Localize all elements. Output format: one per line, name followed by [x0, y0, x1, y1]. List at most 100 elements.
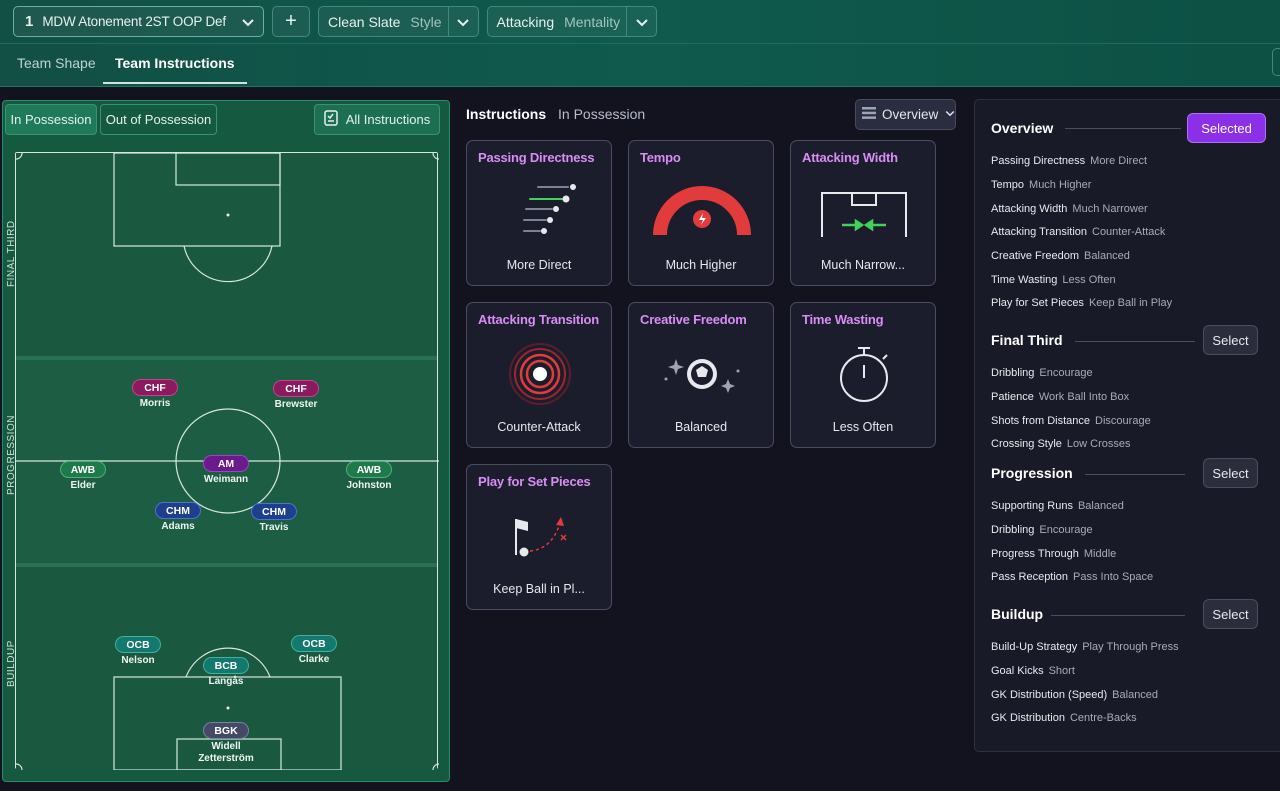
list-item: Patience Work Ball Into Box [991, 391, 1130, 403]
player-name: Nelson [121, 655, 155, 666]
add-tactic-button[interactable]: + [272, 6, 310, 37]
card-time-wasting[interactable]: Time Wasting Less Often [790, 302, 936, 448]
role-badge: AM [203, 455, 249, 472]
list-item: Dribbling Encourage [991, 367, 1093, 379]
tactic-selector[interactable]: 1 MDW Atonement 2ST OOP Def [13, 6, 264, 37]
card-value: Much Narrow... [820, 258, 906, 272]
role-badge: CHM [251, 503, 297, 520]
out-of-possession-button[interactable]: Out of Possession [100, 104, 217, 135]
list-item: Tempo Much Higher [991, 179, 1092, 191]
view-dropdown[interactable]: Overview [855, 99, 956, 130]
divider [1065, 128, 1181, 129]
card-attacking-width[interactable]: Attacking Width Much Narrow... [790, 140, 936, 286]
list-icon [862, 107, 876, 122]
all-instructions-button[interactable]: All Instructions [314, 104, 440, 135]
role-badge: CHF [273, 380, 319, 397]
in-possession-button[interactable]: In Possession [5, 104, 97, 135]
top-bar: 1 MDW Atonement 2ST OOP Def + Clean Slat… [0, 0, 1280, 87]
view-dropdown-label: Overview [882, 107, 939, 122]
player-name: Adams [161, 521, 195, 532]
player-marker[interactable]: CHM Adams [155, 501, 201, 533]
role-badge: BCB [203, 657, 249, 674]
player-marker[interactable]: AM Weimann [203, 454, 249, 486]
chevron-down-icon [944, 107, 956, 122]
style-val: Style [410, 13, 442, 30]
overview-selected-button[interactable]: Selected [1187, 113, 1266, 143]
mentality-val: Mentality [564, 13, 621, 30]
player-marker[interactable]: CHF Morris [132, 378, 178, 410]
counter-attack-icon [509, 343, 571, 405]
mentality-selector[interactable]: Attacking Mentality [486, 6, 658, 37]
player-name: Clarke [298, 654, 330, 665]
card-attacking-transition[interactable]: Attacking Transition Counter-Attack [466, 302, 612, 448]
divider [1051, 615, 1185, 616]
player-marker[interactable]: AWB Johnston [346, 460, 392, 492]
list-item: Attacking Width Much Narrower [991, 203, 1148, 215]
role-badge: OCB [115, 636, 161, 653]
tab-bar: Team Shape Team Instructions [0, 43, 1280, 87]
player-marker[interactable]: OCB Clarke [291, 634, 337, 666]
player-marker[interactable]: BGK Widell Zetterström [191, 721, 261, 765]
zone-label-progression: PROGRESSION [6, 415, 17, 495]
player-name: Weimann [203, 474, 249, 485]
role-badge: AWB [60, 461, 106, 478]
stopwatch-icon [840, 347, 888, 402]
card-passing-directness[interactable]: Passing Directness More Direct [466, 140, 612, 286]
list-item: Time Wasting Less Often [991, 274, 1116, 286]
panel-toggle-button[interactable] [1272, 48, 1280, 76]
tab-team-shape[interactable]: Team Shape [17, 44, 96, 84]
card-creative-freedom[interactable]: Creative Freedom Balanced [628, 302, 774, 448]
player-name: Elder [70, 480, 96, 491]
player-name: Brewster [274, 399, 318, 410]
card-tempo[interactable]: Tempo Much Higher [628, 140, 774, 286]
width-goal-icon [821, 192, 907, 237]
card-title: Tempo [640, 150, 681, 165]
card-play-for-set-pieces[interactable]: Play for Set Pieces Keep Ball in Pl... [466, 464, 612, 610]
checklist-icon [323, 110, 338, 129]
card-value: Less Often [832, 420, 894, 434]
final-third-select-button[interactable]: Select [1203, 325, 1258, 355]
role-badge: CHF [132, 379, 178, 396]
player-marker[interactable]: BCB Langås [203, 656, 249, 688]
buildup-select-button[interactable]: Select [1203, 599, 1258, 629]
instructions-title: Instructions [466, 106, 547, 122]
player-name: Widell Zetterström [198, 741, 254, 764]
list-item: GK Distribution Centre-Backs [991, 712, 1137, 724]
chevron-down-icon [447, 7, 478, 36]
tab-team-instructions[interactable]: Team Instructions [103, 44, 247, 84]
card-title: Play for Set Pieces [478, 474, 591, 489]
player-name: Morris [139, 398, 171, 409]
player-marker[interactable]: CHM Travis [251, 502, 297, 534]
card-title: Passing Directness [478, 150, 595, 165]
card-value: More Direct [506, 258, 572, 272]
divider [1075, 341, 1195, 342]
role-badge: BGK [203, 722, 249, 739]
progression-select-button[interactable]: Select [1203, 458, 1258, 488]
style-selector[interactable]: Clean Slate Style [318, 6, 479, 37]
player-name: Johnston [346, 480, 392, 491]
list-item: Crossing Style Low Crosses [991, 438, 1131, 450]
role-badge: CHM [155, 502, 201, 519]
player-name: Langås [208, 676, 244, 687]
tactic-toolbar: 1 MDW Atonement 2ST OOP Def + Clean Slat… [13, 6, 658, 38]
buildup-title: Buildup [991, 606, 1044, 622]
list-item: Build-Up Strategy Play Through Press [991, 641, 1179, 653]
instructions-header: Instructions In Possession [466, 106, 645, 122]
list-item: Shots from Distance Discourage [991, 415, 1151, 427]
progression-title: Progression [991, 465, 1073, 481]
card-value: Balanced [674, 420, 728, 434]
player-name: Travis [259, 522, 289, 533]
player-marker[interactable]: CHF Brewster [273, 379, 319, 411]
corner-flag-icon [515, 517, 567, 557]
list-item: Progress Through Middle [991, 548, 1117, 560]
all-instructions-label: All Instructions [345, 112, 431, 127]
chevron-down-icon [233, 7, 263, 36]
passing-arrows-icon [523, 184, 576, 234]
card-title: Attacking Transition [478, 312, 599, 327]
player-marker[interactable]: OCB Nelson [115, 635, 161, 667]
player-marker[interactable]: AWB Elder [60, 460, 106, 492]
tactic-number: 1 [25, 13, 34, 30]
card-title: Attacking Width [802, 150, 898, 165]
role-badge: OCB [291, 635, 337, 652]
role-badge: AWB [346, 461, 392, 478]
